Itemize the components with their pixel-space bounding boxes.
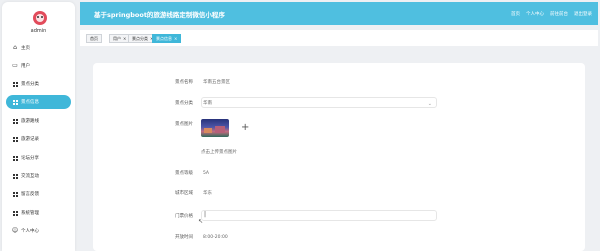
sidebar-item-travel-record[interactable]: 旅游记录 bbox=[6, 132, 71, 146]
category-select[interactable]: ⌄ bbox=[201, 97, 437, 108]
field-rating: 景点等级 5A bbox=[175, 170, 209, 177]
field-label: 城市区域 bbox=[175, 191, 193, 196]
header-link-home[interactable]: 首页 bbox=[511, 11, 520, 17]
field-label: 景点图片 bbox=[175, 122, 193, 127]
upload-hint-row: 点击上传景点图片 bbox=[201, 149, 237, 155]
field-city: 城市区域 华东 bbox=[175, 190, 212, 196]
field-hours: 开放时间 8:00-20:00 bbox=[175, 234, 228, 241]
field-label: 景点分类 bbox=[175, 101, 193, 106]
app-title: 基于springboot的旅游线路定制微信小程序 bbox=[94, 11, 225, 19]
tab-label: 景点信息 bbox=[156, 36, 172, 41]
tab-label: 景点分类 bbox=[132, 36, 148, 41]
upload-plus-icon[interactable]: + bbox=[241, 123, 249, 133]
sidebar-item-scenic-info[interactable]: 景点信息 bbox=[6, 95, 71, 109]
sidebar-item-home[interactable]: ⌂ 主页 bbox=[6, 41, 71, 55]
sidebar-item-forum[interactable]: 论坛分享 bbox=[6, 151, 71, 165]
sidebar-item-interaction[interactable]: 交流互动 bbox=[6, 169, 71, 183]
username-label: admin bbox=[30, 28, 47, 34]
chevron-down-icon: ⌄ bbox=[427, 101, 432, 107]
header-link-profile[interactable]: 个人中心 bbox=[526, 11, 544, 17]
text-cursor-icon: | bbox=[204, 211, 207, 218]
grid-icon bbox=[12, 118, 18, 124]
sidebar-item-label: 交流互动 bbox=[21, 174, 39, 179]
field-image: 景点图片 bbox=[175, 121, 203, 127]
sidebar-item-profile[interactable]: ☺ 个人中心 bbox=[6, 224, 71, 238]
tab-scenic-info[interactable]: 景点信息 × bbox=[152, 34, 182, 43]
avatar[interactable] bbox=[33, 11, 47, 25]
grid-icon bbox=[12, 155, 18, 161]
sidebar-item-label: 论坛分享 bbox=[21, 156, 39, 161]
grid-icon bbox=[12, 210, 18, 216]
sidebar-item-label: 系统管理 bbox=[21, 211, 39, 216]
tab-label: 首页 bbox=[90, 36, 98, 41]
sidebar-item-label: 旅游记录 bbox=[21, 137, 39, 142]
close-icon[interactable]: × bbox=[174, 35, 177, 42]
form-panel: 景点名称 华南五台景区 ⌄ 景点分类 华南 景点图片 + 点击上传景点图片 景点… bbox=[93, 63, 585, 251]
field-name: 景点名称 华南五台景区 bbox=[175, 79, 230, 85]
name-input[interactable]: 华南五台景区 bbox=[203, 79, 230, 85]
sidebar-item-label: 景点信息 bbox=[21, 100, 39, 105]
sidebar-item-system[interactable]: 系统管理 bbox=[6, 206, 71, 220]
category-value: 华南 bbox=[203, 101, 212, 106]
field-label: 景点名称 bbox=[175, 80, 193, 85]
user-icon: ▭ bbox=[12, 62, 18, 69]
sidebar-item-label: 旅游路线 bbox=[21, 119, 39, 124]
sidebar-item-label: 用户 bbox=[21, 64, 30, 69]
header-links: 首页 个人中心 前往前台 退出登录 bbox=[511, 11, 592, 17]
sidebar-item-label: 景点分类 bbox=[21, 82, 39, 87]
sidebar-item-label: 个人中心 bbox=[21, 229, 39, 234]
sidebar-item-label: 留言反馈 bbox=[21, 192, 39, 197]
close-icon[interactable]: × bbox=[123, 35, 126, 42]
scenic-image-thumbnail[interactable] bbox=[201, 119, 229, 137]
tabs-bar: 首页 用户 × 景点分类 × 景点信息 × bbox=[80, 30, 598, 46]
grid-icon bbox=[12, 173, 18, 179]
person-icon: ☺ bbox=[11, 227, 19, 234]
hours-input[interactable]: 8:00-20:00 bbox=[203, 235, 228, 240]
header-link-frontend[interactable]: 前往前台 bbox=[550, 11, 568, 17]
sidebar-item-travel-route[interactable]: 旅游路线 bbox=[6, 114, 71, 128]
field-label: 开放时间 bbox=[175, 235, 193, 240]
sidebar: admin ⌂ 主页 ▭ 用户 景点分类 景点信息 旅游路线 旅游记录 论坛分享… bbox=[2, 2, 75, 251]
sidebar-item-feedback[interactable]: 留言反馈 bbox=[6, 187, 71, 201]
rating-input[interactable]: 5A bbox=[203, 171, 209, 176]
grid-icon bbox=[12, 81, 18, 87]
city-input[interactable]: 华东 bbox=[203, 190, 212, 196]
upload-hint: 点击上传景点图片 bbox=[201, 150, 237, 155]
grid-icon bbox=[12, 99, 18, 105]
ticket-price-input[interactable] bbox=[201, 210, 437, 221]
home-icon: ⌂ bbox=[13, 44, 17, 51]
grid-icon bbox=[12, 191, 18, 197]
field-category: 景点分类 华南 bbox=[175, 100, 212, 106]
sidebar-item-label: 主页 bbox=[21, 46, 30, 51]
mouse-pointer-icon: ↖ bbox=[198, 218, 204, 225]
field-label: 景点等级 bbox=[175, 171, 193, 176]
top-header: 基于springboot的旅游线路定制微信小程序 首页 个人中心 前往前台 退出… bbox=[80, 2, 598, 25]
sidebar-item-scenic-category[interactable]: 景点分类 bbox=[6, 77, 71, 91]
tab-home[interactable]: 首页 bbox=[86, 34, 102, 43]
sidebar-item-users[interactable]: ▭ 用户 bbox=[6, 59, 71, 73]
tab-label: 用户 bbox=[113, 36, 121, 41]
grid-icon bbox=[12, 136, 18, 142]
header-link-logout[interactable]: 退出登录 bbox=[574, 11, 592, 17]
